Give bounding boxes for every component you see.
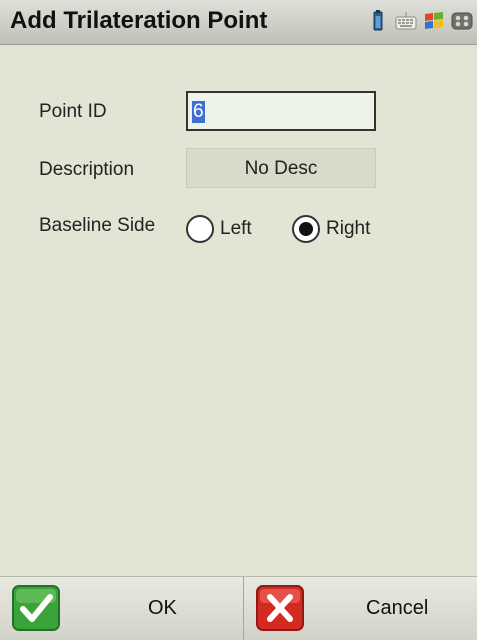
form-area: Point ID 6 Description No Desc Baseline … [0,44,477,574]
keyboard-icon[interactable] [395,10,417,32]
radio-left-circle[interactable] [186,215,214,243]
title-bar: Add Trilateration Point [0,0,477,45]
window-title: Add Trilateration Point [10,7,268,34]
close-x-icon [256,585,304,631]
point-id-label: Point ID [39,101,107,122]
point-id-value[interactable]: 6 [192,101,205,123]
battery-icon[interactable] [367,10,389,32]
baseline-right-label[interactable]: Right [326,218,370,240]
ok-button[interactable]: OK [0,577,244,640]
cancel-label: Cancel [366,597,429,619]
cancel-button[interactable]: Cancel [244,577,477,640]
connectivity-icon[interactable] [451,10,473,32]
description-button[interactable]: No Desc [186,148,376,188]
checkmark-icon [12,585,60,631]
ok-label: OK [148,597,177,619]
baseline-left-radio[interactable]: Left [186,215,252,243]
command-bar: OK Cancel [0,576,477,640]
point-id-input[interactable]: 6 [186,91,376,131]
description-label: Description [39,159,135,180]
baseline-left-label[interactable]: Left [220,218,252,240]
radio-right-circle[interactable] [292,215,320,243]
windows-start-icon[interactable] [423,10,445,32]
baseline-side-label: Baseline Side [39,215,156,236]
system-tray [367,10,473,32]
baseline-right-radio[interactable]: Right [292,215,370,243]
